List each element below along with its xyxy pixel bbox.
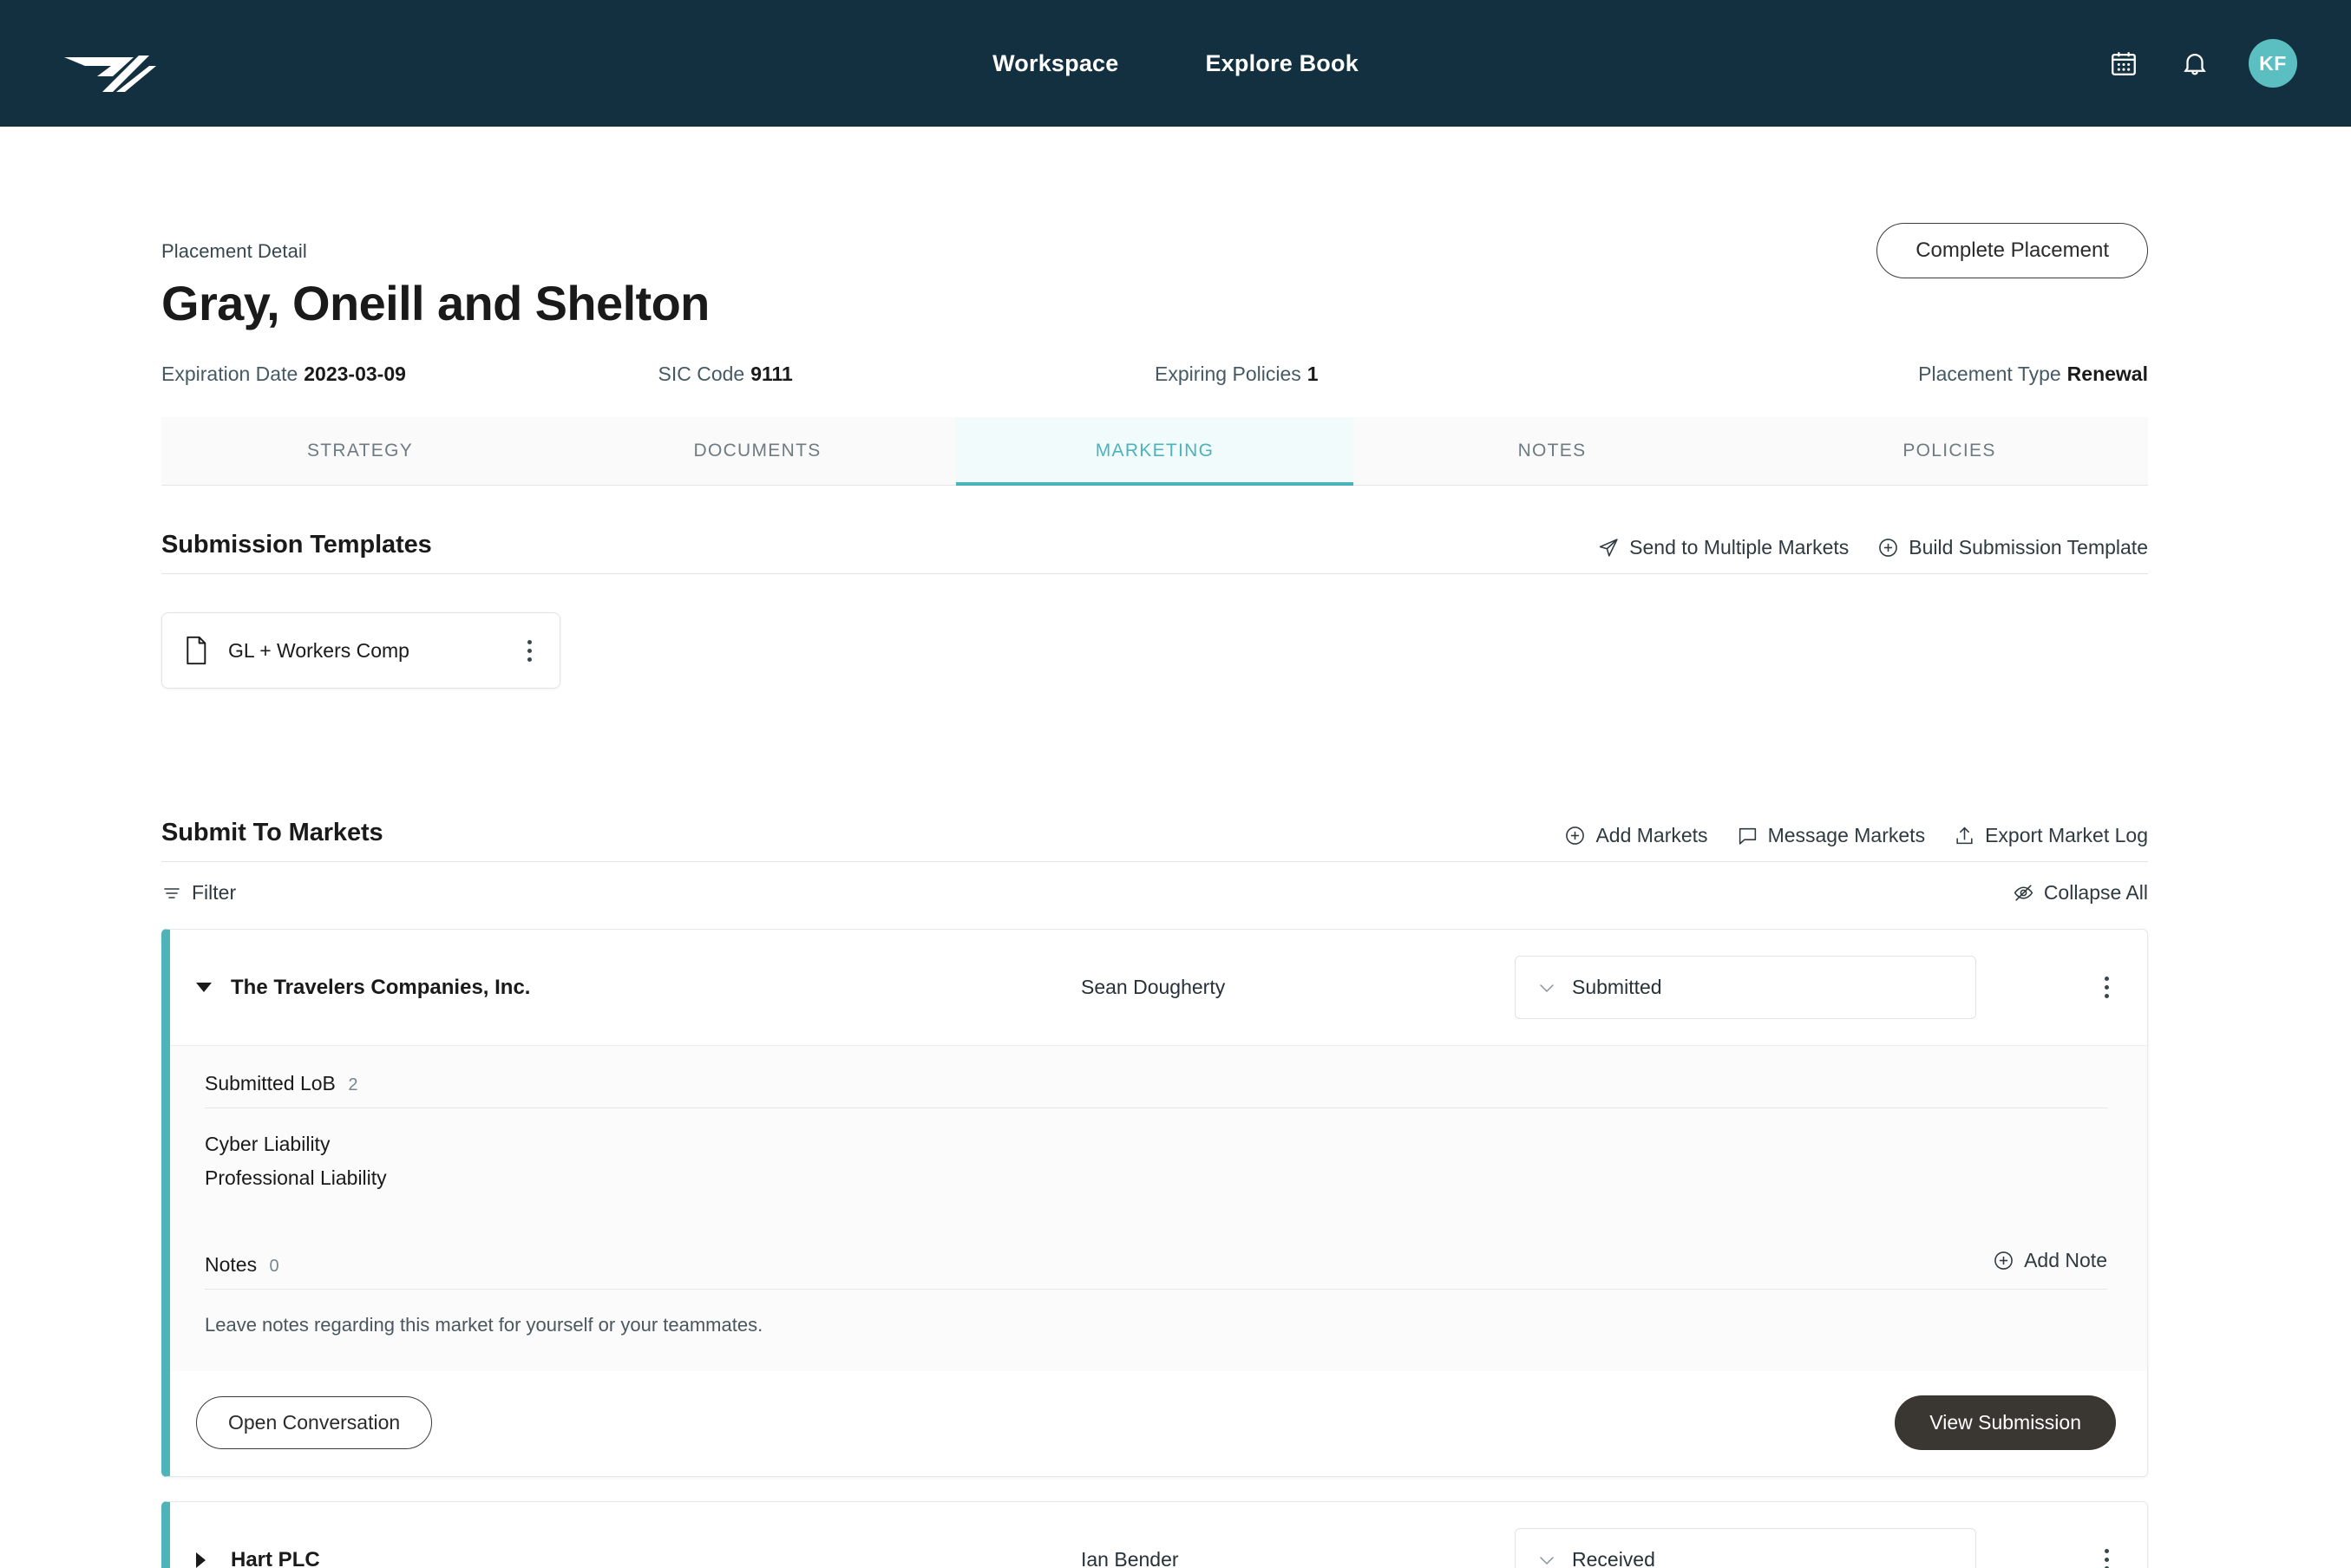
nav-link-workspace[interactable]: Workspace [992, 50, 1118, 77]
meta-value: Renewal [2066, 363, 2148, 385]
upload-icon [1954, 825, 1975, 846]
primary-nav-links: Workspace Explore Book [0, 0, 2351, 127]
complete-placement-button[interactable]: Complete Placement [1876, 223, 2148, 278]
meta-placement-type: Placement Type Renewal [1652, 363, 2148, 386]
meta-sic-code: SIC Code 9111 [658, 363, 1156, 386]
market-card: The Travelers Companies, Inc. Sean Dough… [161, 929, 2148, 1477]
market-contact: Ian Bender [1081, 1548, 1179, 1568]
link-label: Export Market Log [1985, 824, 2148, 846]
plus-circle-icon [1564, 825, 1586, 846]
submission-templates-header: Submission Templates Send to Multiple Ma… [161, 531, 2148, 574]
link-label: Send to Multiple Markets [1629, 536, 1850, 559]
document-icon [183, 636, 209, 665]
notes-placeholder-text: Leave notes regarding this market for yo… [205, 1314, 763, 1336]
collapse-all-label: Collapse All [2043, 881, 2148, 904]
message-icon [1737, 825, 1758, 846]
market-card: Hart PLC Ian Bender Received Open Conver… [161, 1501, 2148, 1568]
submitted-lob-header: Submitted LoB 2 [205, 1072, 2107, 1108]
eye-off-icon [2013, 882, 2034, 904]
market-status-value: Submitted [1572, 976, 1662, 998]
meta-label: Expiration Date [161, 363, 298, 385]
market-card-body: Submitted LoB 2 Cyber Liability Professi… [170, 1045, 2147, 1371]
submission-template-list: GL + Workers Comp [161, 612, 2148, 689]
add-note-label: Add Note [2024, 1249, 2107, 1271]
market-status-value: Received [1572, 1548, 1655, 1568]
open-conversation-button[interactable]: Open Conversation [196, 1396, 433, 1449]
filter-button[interactable]: Filter [161, 881, 236, 905]
submitted-lob-list: Cyber Liability Professional Liability [205, 1108, 2107, 1195]
nav-link-explore-book[interactable]: Explore Book [1205, 50, 1358, 77]
build-submission-template-link[interactable]: Build Submission Template [1877, 536, 2148, 559]
market-card-header: The Travelers Companies, Inc. Sean Dough… [170, 930, 2147, 1045]
link-label: Message Markets [1767, 824, 1926, 846]
notes-count: 0 [269, 1257, 279, 1276]
template-more-options-icon[interactable] [521, 637, 539, 665]
market-card-footer: Open Conversation View Submission [170, 1371, 2147, 1476]
market-more-options-icon[interactable] [2098, 973, 2116, 1002]
message-markets-link[interactable]: Message Markets [1737, 824, 1926, 847]
send-to-multiple-markets-link[interactable]: Send to Multiple Markets [1598, 536, 1849, 559]
link-label: Add Markets [1595, 824, 1708, 846]
plus-circle-icon [1877, 537, 1899, 559]
collapse-toggle-icon[interactable] [196, 983, 219, 992]
meta-value: 9111 [750, 363, 793, 385]
tab-bar: STRATEGY DOCUMENTS MARKETING NOTES POLIC… [161, 417, 2148, 486]
user-avatar[interactable]: KF [2249, 39, 2297, 88]
market-card-header: Hart PLC Ian Bender Received [170, 1502, 2147, 1568]
market-name: Hart PLC [231, 1547, 320, 1568]
meta-expiring-policies: Expiring Policies 1 [1155, 363, 1652, 386]
meta-expiration-date: Expiration Date 2023-03-09 [161, 363, 658, 386]
tab-documents[interactable]: DOCUMENTS [559, 418, 956, 486]
submission-template-name: GL + Workers Comp [228, 638, 409, 662]
meta-value: 1 [1306, 363, 1319, 385]
meta-value: 2023-03-09 [304, 363, 406, 385]
submit-to-markets-actions: Add Markets Message Markets Export Marke… [1564, 824, 2148, 847]
submit-to-markets-title: Submit To Markets [161, 819, 383, 846]
nav-utility-group: KF [2106, 0, 2297, 127]
tab-strategy[interactable]: STRATEGY [161, 418, 559, 486]
list-item: Cyber Liability [205, 1133, 331, 1155]
markets-filter-row: Filter Collapse All [161, 881, 2148, 905]
list-item: Professional Liability [205, 1166, 387, 1189]
market-status-select[interactable]: Submitted [1515, 956, 1976, 1019]
meta-label: Placement Type [1918, 363, 2061, 385]
plus-circle-icon [1993, 1250, 2014, 1271]
add-note-button[interactable]: Add Note [1993, 1249, 2107, 1272]
expand-toggle-icon[interactable] [196, 1552, 219, 1568]
chevron-down-icon [1536, 977, 1557, 998]
meta-label: SIC Code [658, 363, 745, 385]
calendar-icon[interactable] [2106, 46, 2141, 81]
page-title: Gray, Oneill and Shelton [161, 276, 710, 330]
breadcrumb: Placement Detail [161, 240, 307, 262]
market-name: The Travelers Companies, Inc. [231, 975, 531, 999]
paper-plane-icon [1598, 537, 1620, 559]
export-market-log-link[interactable]: Export Market Log [1954, 824, 2148, 847]
market-contact: Sean Dougherty [1081, 976, 1226, 998]
chevron-down-icon [1536, 1550, 1557, 1568]
market-status-select[interactable]: Received [1515, 1528, 1976, 1568]
submitted-lob-count: 2 [348, 1075, 358, 1094]
submission-templates-actions: Send to Multiple Markets Build Submissio… [1598, 536, 2148, 559]
tab-notes[interactable]: NOTES [1353, 418, 1751, 486]
collapse-all-button[interactable]: Collapse All [2013, 881, 2148, 905]
filter-icon [161, 883, 182, 904]
submit-to-markets-header: Submit To Markets Add Markets Message Ma… [161, 819, 2148, 862]
submitted-lob-label: Submitted LoB [205, 1072, 336, 1094]
submission-template-card[interactable]: GL + Workers Comp [161, 612, 560, 689]
add-markets-link[interactable]: Add Markets [1564, 824, 1708, 847]
notes-header: Notes 0 Add Note [205, 1249, 2107, 1290]
tab-marketing[interactable]: MARKETING [956, 418, 1353, 486]
tab-policies[interactable]: POLICIES [1751, 418, 2148, 486]
bell-icon[interactable] [2177, 46, 2212, 81]
submission-templates-title: Submission Templates [161, 531, 432, 559]
view-submission-button[interactable]: View Submission [1895, 1395, 2116, 1450]
page-title-row: Gray, Oneill and Shelton Complete Placem… [161, 223, 2148, 331]
meta-label: Expiring Policies [1155, 363, 1301, 385]
market-more-options-icon[interactable] [2098, 1545, 2116, 1568]
top-navigation-bar: Workspace Explore Book KF [0, 0, 2351, 127]
notes-label: Notes [205, 1253, 258, 1276]
placement-meta-row: Expiration Date 2023-03-09 SIC Code 9111 E… [161, 363, 2148, 386]
link-label: Build Submission Template [1909, 536, 2148, 559]
filter-label: Filter [192, 881, 237, 904]
